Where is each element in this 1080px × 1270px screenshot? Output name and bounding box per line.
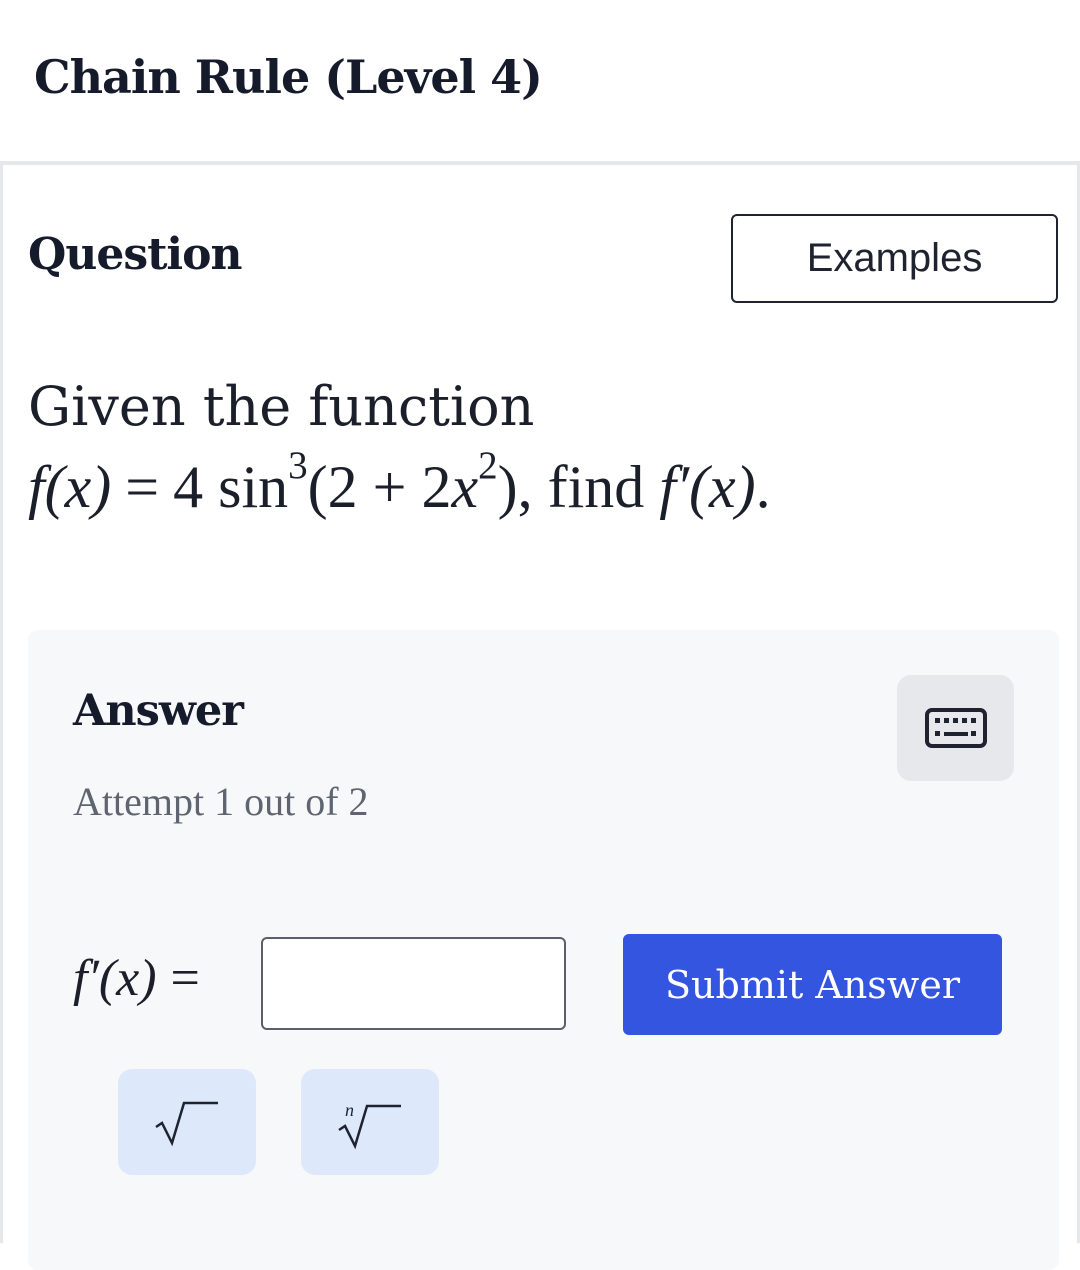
question-function: f(x) = 4 sin3(2 + 2x2), find f′(x).: [28, 444, 771, 520]
answer-input[interactable]: [261, 937, 566, 1030]
nth-root-index: n: [345, 1100, 354, 1120]
question-prompt-intro: Given the function: [28, 375, 535, 438]
answer-label: f′(x) =: [73, 950, 214, 1007]
keyboard-toggle-button[interactable]: [897, 675, 1014, 781]
question-heading: Question: [28, 229, 242, 280]
answer-label-equals: =: [170, 950, 200, 1007]
answer-panel: Answer Attempt 1 out of 2 f′(x) = Submit …: [28, 630, 1059, 1270]
answer-label-lhs: f′(x): [73, 950, 157, 1007]
page-header: Chain Rule (Level 4): [0, 0, 1080, 165]
function-inner-var: x: [451, 454, 479, 520]
nth-root-button[interactable]: n: [301, 1069, 439, 1175]
keyboard-icon: [924, 708, 987, 748]
square-root-icon: [155, 1101, 218, 1147]
function-inner-exp: 2: [478, 444, 498, 488]
period: .: [755, 454, 771, 520]
examples-button[interactable]: Examples: [731, 214, 1058, 303]
square-root-button[interactable]: [118, 1069, 256, 1175]
answer-heading: Answer: [73, 686, 244, 736]
function-lhs: f(x): [28, 454, 112, 520]
function-inner-close: ): [497, 454, 518, 520]
find-target: f′(x): [659, 454, 756, 520]
attempt-counter: Attempt 1 out of 2: [73, 779, 369, 824]
submit-answer-button[interactable]: Submit Answer: [623, 934, 1002, 1035]
function-inner-open: (2 + 2: [307, 454, 452, 520]
find-text: , find: [517, 454, 660, 520]
nth-root-icon: n: [338, 1100, 401, 1150]
page-title: Chain Rule (Level 4): [34, 50, 543, 104]
function-coeff: 4 sin: [173, 454, 289, 520]
question-panel: Question Examples Given the function f(x…: [0, 165, 1080, 1270]
function-exponent: 3: [288, 444, 308, 488]
